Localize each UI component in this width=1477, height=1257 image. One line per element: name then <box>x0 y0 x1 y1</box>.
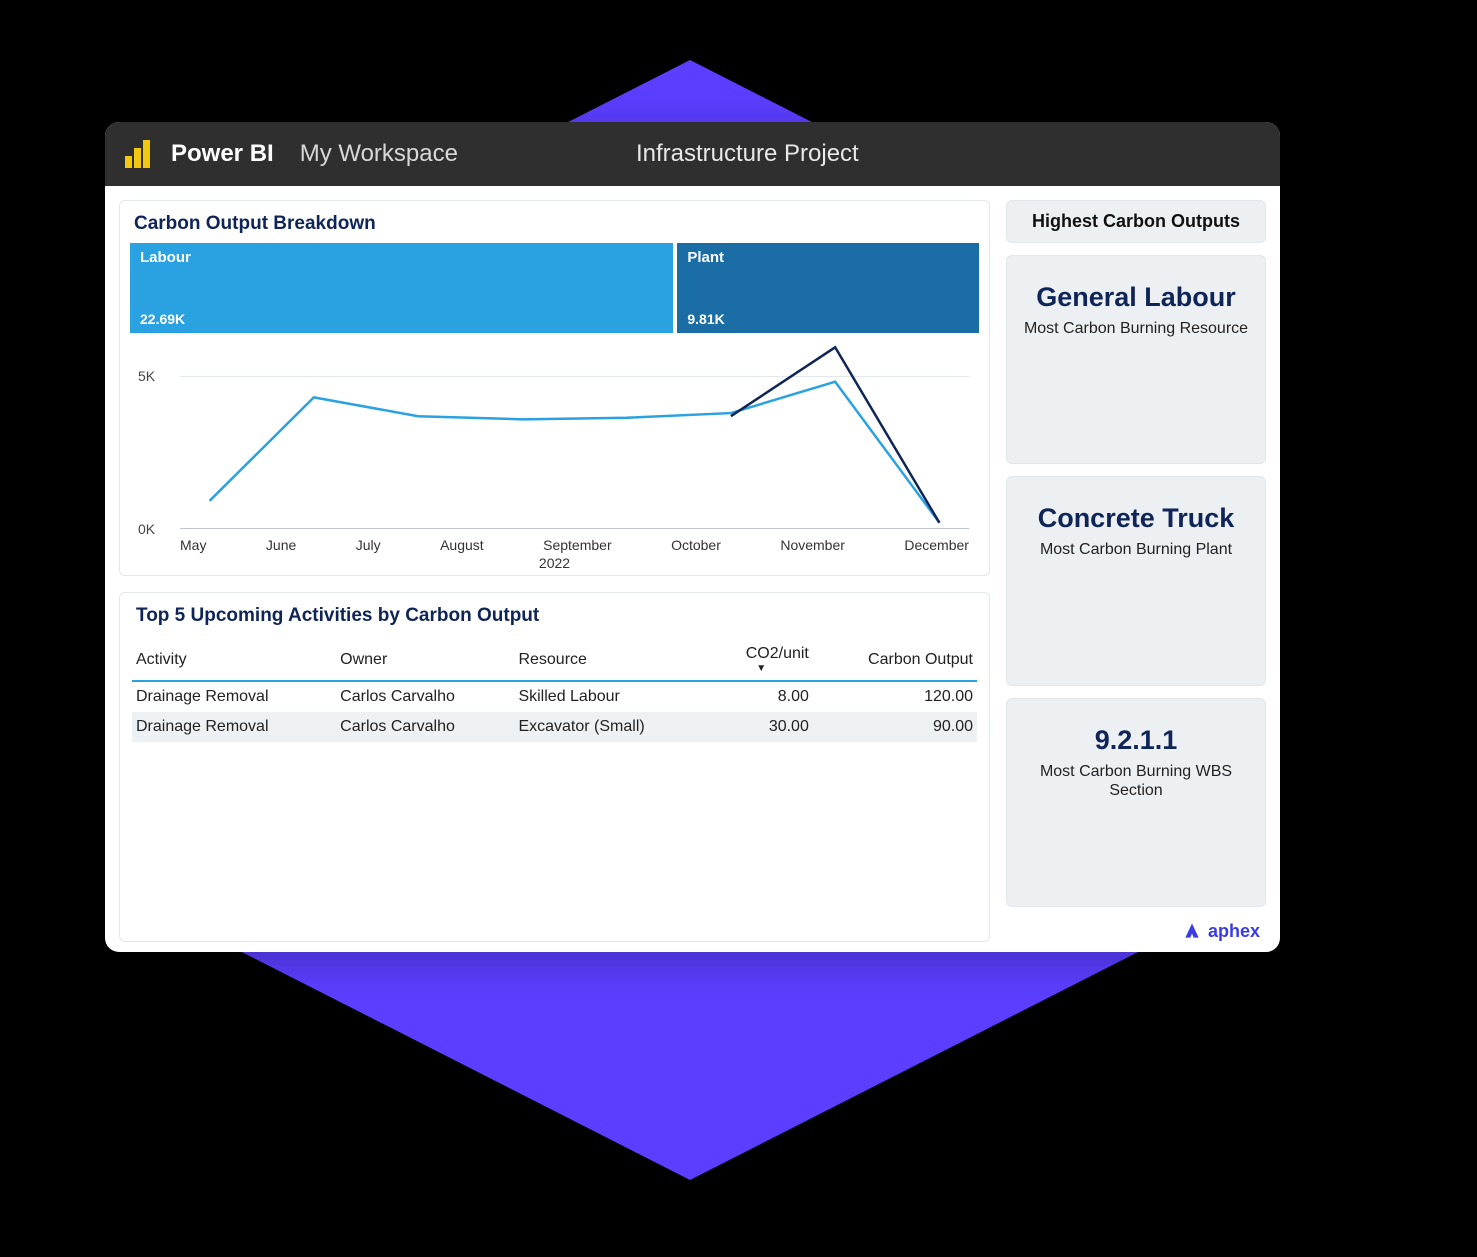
x-tick: August <box>440 537 484 553</box>
cell-co2: 8.00 <box>710 681 813 712</box>
treemap-segment-value: 9.81K <box>687 311 969 327</box>
stat-card-resource[interactable]: General Labour Most Carbon Burning Resou… <box>1006 255 1266 464</box>
stat-card-plant[interactable]: Concrete Truck Most Carbon Burning Plant <box>1006 476 1266 685</box>
x-tick: December <box>904 537 969 553</box>
cell-owner: Carlos Carvalho <box>336 712 514 742</box>
x-tick: September <box>543 537 611 553</box>
table-row[interactable]: Drainage RemovalCarlos CarvalhoSkilled L… <box>132 681 977 712</box>
activities-card: Top 5 Upcoming Activities by Carbon Outp… <box>119 592 990 942</box>
stat-value: 9.2.1.1 <box>1017 725 1255 756</box>
activities-table: Activity Owner Resource CO2/unit ▼ Carbo… <box>132 639 977 742</box>
treemap-segment-label: Plant <box>687 249 969 266</box>
carbon-breakdown-title: Carbon Output Breakdown <box>130 209 979 243</box>
stat-label: Most Carbon Burning WBS Section <box>1017 762 1255 800</box>
cell-activity: Drainage Removal <box>132 681 336 712</box>
table-row[interactable]: Drainage RemovalCarlos CarvalhoExcavator… <box>132 712 977 742</box>
col-activity[interactable]: Activity <box>132 639 336 681</box>
cell-resource: Excavator (Small) <box>514 712 709 742</box>
sidebar-header: Highest Carbon Outputs <box>1006 200 1266 243</box>
aphex-icon <box>1182 921 1202 941</box>
treemap-segment-label: Labour <box>140 249 663 266</box>
workspace-name[interactable]: My Workspace <box>300 140 458 168</box>
line-chart[interactable]: 5K 0K May June July August September October N… <box>130 341 979 571</box>
cell-output: 90.00 <box>813 712 977 742</box>
x-tick: October <box>671 537 721 553</box>
treemap-segment-labour[interactable]: Labour 22.69K <box>130 243 673 333</box>
col-resource[interactable]: Resource <box>514 639 709 681</box>
treemap-segment-plant[interactable]: Plant 9.81K <box>677 243 979 333</box>
col-co2[interactable]: CO2/unit ▼ <box>710 639 813 681</box>
dashboard-window: Power BI My Workspace Infrastructure Pro… <box>105 122 1280 952</box>
y-tick: 5K <box>138 368 155 384</box>
sort-desc-icon: ▼ <box>714 663 809 674</box>
col-output[interactable]: Carbon Output <box>813 639 977 681</box>
stat-value: Concrete Truck <box>1017 503 1255 534</box>
stat-value: General Labour <box>1017 282 1255 313</box>
cell-co2: 30.00 <box>710 712 813 742</box>
cell-resource: Skilled Labour <box>514 681 709 712</box>
col-owner[interactable]: Owner <box>336 639 514 681</box>
cell-owner: Carlos Carvalho <box>336 681 514 712</box>
treemap-chart[interactable]: Labour 22.69K Plant 9.81K <box>130 243 979 333</box>
activities-title: Top 5 Upcoming Activities by Carbon Outp… <box>132 601 977 635</box>
cell-output: 120.00 <box>813 681 977 712</box>
brand-logo[interactable]: aphex <box>1006 919 1266 942</box>
project-name[interactable]: Infrastructure Project <box>636 140 859 168</box>
carbon-breakdown-card: Carbon Output Breakdown Labour 22.69K Pl… <box>119 200 990 576</box>
x-tick: June <box>266 537 296 553</box>
stat-card-wbs[interactable]: 9.2.1.1 Most Carbon Burning WBS Section <box>1006 698 1266 907</box>
x-tick: May <box>180 537 206 553</box>
stat-label: Most Carbon Burning Plant <box>1017 540 1255 559</box>
powerbi-icon <box>125 140 153 168</box>
x-axis-year: 2022 <box>130 555 979 571</box>
app-name: Power BI <box>171 140 274 168</box>
x-axis-labels: May June July August September October Novembe… <box>180 537 969 553</box>
line-chart-svg <box>180 341 969 529</box>
x-tick: November <box>780 537 845 553</box>
treemap-segment-value: 22.69K <box>140 311 663 327</box>
cell-activity: Drainage Removal <box>132 712 336 742</box>
stat-label: Most Carbon Burning Resource <box>1017 319 1255 338</box>
brand-name: aphex <box>1208 921 1260 942</box>
top-bar: Power BI My Workspace Infrastructure Pro… <box>105 122 1280 186</box>
y-tick: 0K <box>138 521 155 537</box>
x-tick: July <box>356 537 381 553</box>
